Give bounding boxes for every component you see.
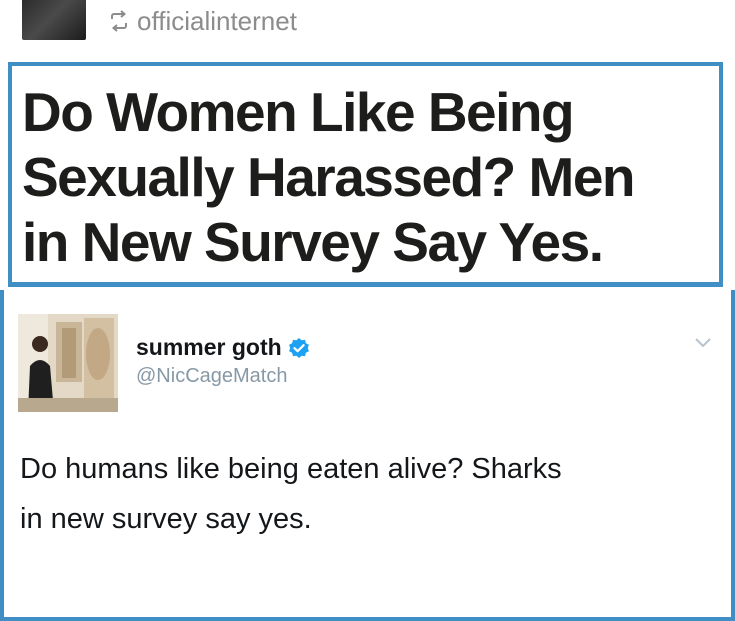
tweet-author: summer goth @NicCageMatch [136,334,310,388]
avatar[interactable] [18,314,118,412]
screenshot-collage: officialinternet Do Women Like Being Sex… [0,0,735,621]
display-name-row: summer goth [136,334,310,361]
display-name[interactable]: summer goth [136,334,282,361]
reblog-attribution: officialinternet [108,6,297,36]
reblog-post: officialinternet Do Women Like Being Sex… [0,0,735,290]
tweet-text: Do humans like being eaten alive? Sharks… [20,453,562,535]
tweet-card: summer goth @NicCageMatch Do humans like… [0,290,735,621]
reblog-icon [108,10,130,32]
article-headline-frame: Do Women Like Being Sexually Harassed? M… [8,62,723,287]
chevron-down-icon[interactable] [693,336,713,350]
user-handle[interactable]: @NicCageMatch [136,365,310,388]
reblogger-avatar[interactable] [22,0,86,40]
verified-badge-icon [288,337,310,359]
reblog-username-link[interactable]: officialinternet [137,6,297,37]
article-headline: Do Women Like Being Sexually Harassed? M… [22,81,636,273]
